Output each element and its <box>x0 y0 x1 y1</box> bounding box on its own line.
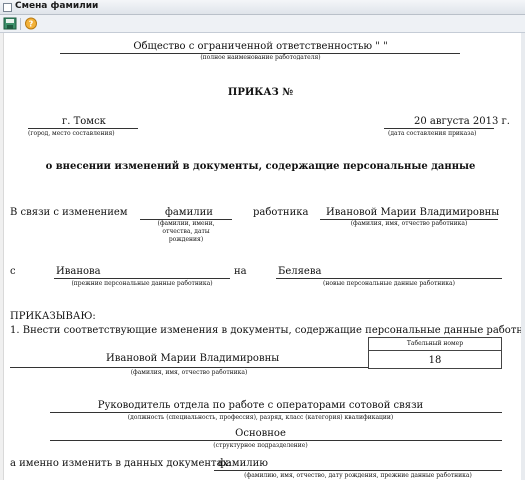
department-value: Основное <box>235 428 286 439</box>
position-value: Руководитель отдела по работе с оператор… <box>97 400 424 411</box>
org-caption: (полное наименование работодателя) <box>200 54 321 61</box>
employee-word: работника <box>253 207 309 218</box>
change-caption: (фамилию, имя, отчество, дату рождения, … <box>244 472 472 479</box>
department-underline <box>50 440 502 441</box>
employee-name: Ивановой Марии Владимировны <box>326 207 500 218</box>
save-icon[interactable] <box>3 17 17 30</box>
window-titlebar: Смена фамилии <box>0 0 525 15</box>
tabnum-table: Табельный номер 18 <box>368 337 502 369</box>
tabnum-header: Табельный номер <box>406 340 464 347</box>
tabnum-divider <box>369 350 501 351</box>
change-value: фамилию <box>218 458 268 469</box>
employee-2-underline <box>10 367 368 368</box>
city-caption: (город, место составления) <box>28 130 115 137</box>
old-underline <box>54 278 230 279</box>
item-1: 1. Внести соответствующие изменения в до… <box>10 325 521 336</box>
document-heading: ПРИКАЗ № <box>227 87 294 98</box>
reason-prefix: В связи с изменением <box>10 207 128 218</box>
city-underline <box>28 128 138 129</box>
employee-caption: (фамилия, имя, отчество работника) <box>350 220 468 227</box>
old-value: Иванова <box>56 266 101 277</box>
department-caption: (структурное подразделение) <box>213 442 308 449</box>
vertical-scrollbar[interactable] <box>521 33 525 480</box>
new-underline <box>276 278 502 279</box>
toolbar: ? <box>0 15 525 33</box>
svg-text:?: ? <box>29 20 34 29</box>
reason-caption-3: рождения) <box>168 236 204 243</box>
change-prefix: а именно изменить в данных документах: <box>10 458 232 469</box>
old-caption: (прежние персональные данные работника) <box>71 280 213 287</box>
tabnum-value: 18 <box>428 355 442 366</box>
new-caption: (новые персональные данные работника) <box>323 280 455 287</box>
window-icon <box>3 3 12 12</box>
date-underline <box>384 128 494 129</box>
page-margin <box>0 33 4 480</box>
date-caption: (дата составления приказа) <box>388 130 477 137</box>
city-value: г. Томск <box>62 116 106 127</box>
help-icon[interactable]: ? <box>24 17 38 30</box>
order-word: ПРИКАЗЫВАЮ: <box>10 311 96 322</box>
to-word: на <box>234 266 247 277</box>
org-line: Общество с ограниченной ответственностью… <box>133 41 388 52</box>
document-subject: о внесении изменений в документы, содерж… <box>45 161 476 172</box>
from-word: с <box>10 266 16 277</box>
toolbar-separator <box>20 18 21 30</box>
change-underline <box>214 470 502 471</box>
reason-value: фамилии <box>165 207 213 218</box>
employee-name-2: Ивановой Марии Владимировны <box>106 353 280 364</box>
window-title: Смена фамилии <box>15 1 99 11</box>
position-caption: (должность (специальность, профессия), р… <box>127 414 394 421</box>
document-area[interactable]: Общество с ограниченной ответственностью… <box>0 33 521 480</box>
date-value: 20 августа 2013 г. <box>414 116 510 127</box>
reason-caption-1: (фамилии, имени, <box>157 220 215 227</box>
position-underline <box>50 412 502 413</box>
new-value: Беляева <box>278 266 322 277</box>
employee-caption-2: (фамилия, имя, отчество работника) <box>130 369 248 376</box>
reason-caption-2: отчества, даты <box>162 228 210 235</box>
